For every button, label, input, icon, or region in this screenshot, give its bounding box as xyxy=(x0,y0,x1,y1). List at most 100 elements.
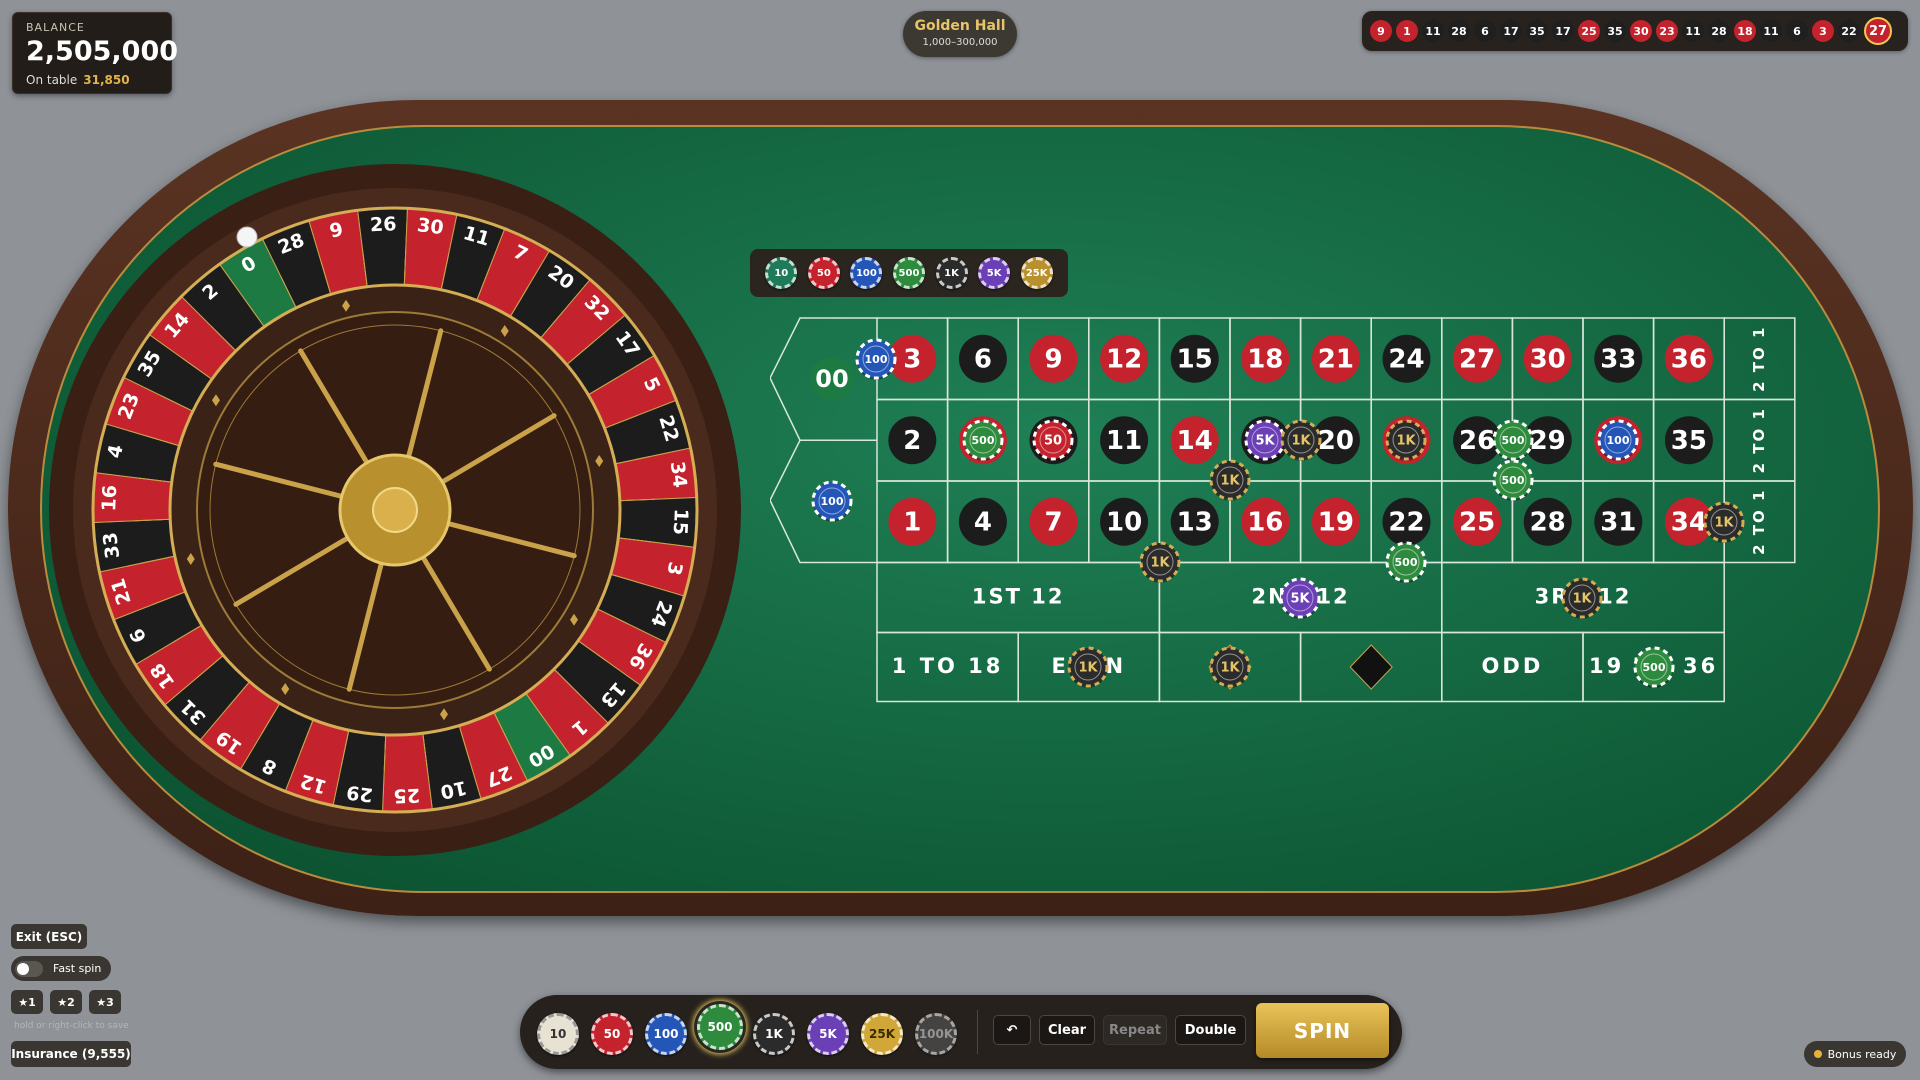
on-table-label: On table xyxy=(26,73,78,87)
number-label: 29 xyxy=(1530,426,1566,456)
spin-button[interactable]: SPIN xyxy=(1256,1003,1389,1058)
history-number: 11 xyxy=(1422,20,1444,42)
rack-chip: 500 xyxy=(892,257,925,289)
number-label: 24 xyxy=(1388,344,1424,374)
wheel-hub-cap xyxy=(372,487,418,533)
balance-amount: 2,505,000 xyxy=(26,36,179,67)
number-label: 35 xyxy=(1671,426,1707,456)
double-button[interactable]: Double xyxy=(1175,1015,1246,1045)
placed-chip[interactable]: 1K xyxy=(1209,459,1251,501)
result-history: 9 1 11 28 6 17 35 17 25 35 30 23 11 28 18 11 6 3 22 27 xyxy=(1362,11,1908,51)
balance-label: BALANCE xyxy=(26,21,85,34)
betting-board[interactable]: 0003691215182124273033362581114172023262… xyxy=(770,317,1820,737)
placed-chip[interactable]: 500 xyxy=(1492,459,1534,501)
placed-chip[interactable]: 1K xyxy=(1209,646,1251,688)
number-label: 19 xyxy=(1318,507,1354,537)
tray-chip-1k[interactable]: 1K xyxy=(753,1013,795,1055)
rack-chip: 25K xyxy=(1020,257,1053,289)
placed-chip-label: 500 xyxy=(1395,556,1418,569)
number-label: 28 xyxy=(1530,507,1566,537)
placed-chip[interactable]: 1K xyxy=(1280,419,1322,461)
placed-chip-label: 500 xyxy=(1502,434,1525,447)
outside-bet-label: ODD xyxy=(1482,654,1544,678)
insurance-button[interactable]: Insurance (9,555) xyxy=(11,1041,131,1067)
fast-spin-label: Fast spin xyxy=(53,962,102,975)
on-table-value: 31,850 xyxy=(83,73,130,87)
on-table: On table 31,850 xyxy=(26,73,158,87)
number-label: 26 xyxy=(1459,426,1495,456)
history-latest-number: 27 xyxy=(1864,17,1892,45)
balance-panel: BALANCE 2,505,000 On table 31,850 xyxy=(12,12,179,94)
number-label: 21 xyxy=(1318,344,1354,374)
history-number: 35 xyxy=(1604,20,1626,42)
placed-chip[interactable]: 500 xyxy=(962,419,1004,461)
history-number: 6 xyxy=(1474,20,1496,42)
number-label: 16 xyxy=(1247,507,1283,537)
wheel-pocket-label: 30 xyxy=(416,214,445,239)
placed-chip-label: 1K xyxy=(1220,661,1240,676)
repeat-button[interactable]: Repeat xyxy=(1103,1015,1167,1045)
slot-hint: hold or right-click to save xyxy=(14,1021,129,1031)
wheel-pocket-label: 29 xyxy=(345,781,374,806)
tray-chip-500[interactable]: 500 xyxy=(697,1004,743,1050)
number-label: 33 xyxy=(1600,344,1636,374)
number-label: 31 xyxy=(1600,507,1636,537)
undo-button[interactable]: ↶ xyxy=(993,1015,1031,1045)
column-bet-label: 2 TO 1 xyxy=(1750,407,1768,473)
placed-chip[interactable]: 1K xyxy=(1139,541,1181,583)
slot-3-button[interactable]: ★3 xyxy=(89,990,121,1014)
placed-chip[interactable]: 500 xyxy=(1385,541,1427,583)
exit-button[interactable]: Exit (ESC) xyxy=(11,924,87,949)
slot-1-button[interactable]: ★1 xyxy=(11,990,43,1014)
placed-chip-label: 5K xyxy=(1290,592,1310,607)
room-limits: 1,000–300,000 xyxy=(922,37,998,48)
placed-chip[interactable]: 100 xyxy=(811,480,853,522)
slot-2-button[interactable]: ★2 xyxy=(50,990,82,1014)
placed-chip[interactable]: 100 xyxy=(855,338,897,380)
placed-chip[interactable]: 500 xyxy=(1633,646,1675,688)
number-label: 18 xyxy=(1247,344,1283,374)
placed-chip[interactable]: 1K xyxy=(1703,501,1745,543)
placed-chip[interactable]: 50 xyxy=(1032,419,1074,461)
tray-chip-50[interactable]: 50 xyxy=(591,1013,633,1055)
placed-chip[interactable]: 100 xyxy=(1597,419,1639,461)
clear-button[interactable]: Clear xyxy=(1039,1015,1095,1045)
fast-spin-toggle[interactable]: Fast spin xyxy=(11,956,111,981)
placed-chip-label: 100 xyxy=(821,495,844,508)
placed-chip[interactable]: 500 xyxy=(1492,419,1534,461)
column-bet-label: 2 TO 1 xyxy=(1750,326,1768,392)
rack-chip: 5K xyxy=(978,257,1011,289)
placed-chip[interactable]: 5K xyxy=(1244,419,1286,461)
number-label: 15 xyxy=(1177,344,1213,374)
history-number: 23 xyxy=(1656,20,1678,42)
roulette-ball xyxy=(236,226,258,248)
history-number: 11 xyxy=(1760,20,1782,42)
placed-chip[interactable]: 5K xyxy=(1279,577,1321,619)
placed-chip[interactable]: 1K xyxy=(1067,646,1109,688)
tray-chip-100[interactable]: 100 xyxy=(645,1013,687,1055)
zero-00-label: 00 xyxy=(815,365,848,393)
placed-chip[interactable]: 1K xyxy=(1561,577,1603,619)
room-name: Golden Hall xyxy=(914,18,1006,34)
placed-chip-label: 500 xyxy=(1643,661,1666,674)
tray-chip-10[interactable]: 10 xyxy=(537,1013,579,1055)
number-label: 3 xyxy=(903,344,921,374)
wheel-pocket-label: 25 xyxy=(393,784,420,807)
placed-chip-label: 100 xyxy=(1607,434,1630,447)
placed-chip[interactable]: 1K xyxy=(1385,419,1427,461)
number-label: 1 xyxy=(903,507,921,537)
toggle-switch[interactable] xyxy=(15,960,43,977)
history-number: 11 xyxy=(1682,20,1704,42)
bonus-dot-icon xyxy=(1813,1050,1822,1058)
number-label: 2 xyxy=(903,426,921,456)
tray-chip-25k[interactable]: 25K xyxy=(861,1013,903,1055)
rack-chip: 50 xyxy=(807,257,840,289)
number-label: 34 xyxy=(1671,507,1707,537)
chip-rack: 10 50 100 500 1K 5K 25K xyxy=(750,249,1068,297)
number-label: 9 xyxy=(1044,344,1062,374)
wheel-pocket-label: 33 xyxy=(99,531,124,560)
tray-chip-5k[interactable]: 5K xyxy=(807,1013,849,1055)
tray-chip-100k[interactable]: 100K xyxy=(915,1013,957,1055)
placed-chip-label: 50 xyxy=(1044,434,1062,449)
bonus-indicator[interactable]: Bonus ready xyxy=(1804,1041,1906,1067)
